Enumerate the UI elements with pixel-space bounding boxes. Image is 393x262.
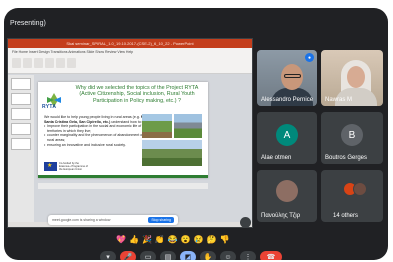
participant-tile[interactable]: Nawras M: [321, 50, 383, 106]
reaction-surprised-icon[interactable]: 😮: [181, 235, 191, 245]
shared-screen: Skai seminar_SPIRAL_1.0_19.10.2017-(CSE-…: [7, 38, 253, 228]
avatar: [353, 182, 367, 196]
others-tile[interactable]: 14 others: [321, 170, 383, 222]
participant-name: Alae otmen: [261, 155, 292, 161]
ryta-logo-icon: [47, 93, 61, 107]
ppt-title-bar: Skai seminar_SPIRAL_1.0_19.10.2017-(CSE-…: [8, 39, 252, 48]
slide-intro-end: understand how to:: [111, 119, 142, 124]
participant-name: Alessandro Pernice: [261, 97, 314, 103]
presenting-label: Presenting): [10, 20, 46, 27]
slide-intro: We would like to help young people livin…: [44, 115, 140, 119]
reaction-clap-icon[interactable]: 👏: [155, 235, 165, 245]
end-call-icon[interactable]: ☎: [260, 251, 282, 260]
avatar: A: [276, 124, 298, 146]
participant-tile[interactable]: Πανούλης Τζιρ: [257, 170, 317, 222]
reaction-party-icon[interactable]: 🎉: [142, 235, 152, 245]
new-slide-icon: [23, 58, 32, 68]
participant-tile[interactable]: ● Alessandro Pernice: [257, 50, 317, 106]
slide-thumbnails: [8, 75, 34, 227]
participant-name: Boutros Gerges: [325, 155, 368, 161]
participant-video: [284, 74, 301, 78]
current-slide: RYTA Why did we selected the topics of t…: [38, 82, 208, 178]
reaction-sad-icon[interactable]: 😢: [194, 235, 204, 245]
paste-icon: [12, 58, 21, 68]
reaction-thinking-icon[interactable]: 🤔: [207, 235, 217, 245]
drawing-icon: [56, 58, 65, 68]
ppt-ribbon: File Home Insert Design Transitions Anim…: [8, 48, 252, 74]
more-options-icon[interactable]: ⋮: [240, 251, 256, 260]
expand-icon[interactable]: [240, 217, 251, 228]
sharing-notice: meet.google.com is sharing a window Stop…: [48, 215, 178, 225]
emoji-icon[interactable]: ☺: [220, 251, 236, 260]
slide-footer-bar: [38, 175, 208, 178]
reaction-heart-icon[interactable]: 💖: [116, 235, 126, 245]
eu-flag-icon: [44, 162, 57, 171]
captions-icon[interactable]: ▤: [160, 251, 176, 260]
reactions-bar: 💖 👍 🎉 👏 😂 😮 😢 🤔 👎: [116, 233, 230, 247]
valley-photo: [142, 140, 202, 166]
slide-thumbnail: [11, 78, 31, 90]
landscape-photo: [142, 114, 172, 138]
present-icon[interactable]: ◩: [180, 251, 196, 260]
slide-thumbnail: [11, 108, 31, 120]
speaking-indicator-icon: ●: [305, 53, 314, 62]
font-icon: [34, 58, 43, 68]
slide-thumbnail: [11, 93, 31, 105]
reaction-thumbs-up-icon[interactable]: 👍: [129, 235, 139, 245]
reaction-thumbs-down-icon[interactable]: 👎: [220, 235, 230, 245]
participant-name: Nawras M: [325, 97, 353, 103]
call-controls: ▾ 🎤 ▭ ▤ ◩ ✋ ☺ ⋮ ☎: [100, 250, 282, 260]
stop-sharing-button[interactable]: Stop sharing: [148, 217, 174, 223]
ribbon-tabs: File Home Insert Design Transitions Anim…: [12, 50, 134, 54]
more-icon[interactable]: ▾: [100, 251, 116, 260]
reaction-laugh-icon[interactable]: 😂: [168, 235, 178, 245]
raise-hand-icon[interactable]: ✋: [200, 251, 216, 260]
meet-window: Presenting) Skai seminar_SPIRAL_1.0_19.1…: [4, 8, 388, 260]
editing-icon: [67, 58, 76, 68]
road-photo: [174, 114, 202, 138]
slide-logo-text: RYTA: [42, 104, 57, 110]
ppt-body: RYTA Why did we selected the topics of t…: [8, 75, 252, 227]
avatar: B: [341, 124, 363, 146]
paragraph-icon: [45, 58, 54, 68]
participant-tile[interactable]: A Alae otmen: [257, 112, 317, 164]
sharing-notice-text: meet.google.com is sharing a window: [52, 218, 111, 222]
eu-cofunded-text: Co-funded by the Erasmus+ Programme of t…: [59, 162, 88, 172]
participant-tile[interactable]: B Boutros Gerges: [321, 112, 383, 164]
mic-off-icon[interactable]: 🎤: [120, 251, 136, 260]
avatar: [276, 180, 298, 202]
slide-thumbnail: [11, 138, 31, 150]
ribbon-tools: [12, 58, 248, 68]
notes-pane[interactable]: [38, 183, 208, 189]
camera-icon[interactable]: ▭: [140, 251, 156, 260]
slide-heading: Why did we selected the topics of the Pr…: [75, 85, 199, 104]
participant-name: Πανούλης Τζιρ: [261, 213, 301, 219]
slide-thumbnail: [11, 123, 31, 135]
others-count: 14 others: [333, 213, 359, 219]
others-avatars: [343, 180, 373, 200]
participant-video: [347, 66, 365, 88]
